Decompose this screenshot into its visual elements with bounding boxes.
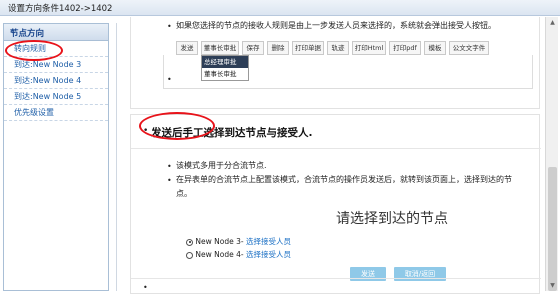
window-title: 设置方向条件1402->1402 <box>8 4 113 14</box>
sidebar: 节点方向 « 转向规则 到达:New Node 3 到达:New Node 4 … <box>3 23 109 291</box>
sidebar-header: 节点方向 « <box>4 24 108 41</box>
node3-label: New Node 3- <box>195 237 244 246</box>
scroll-down-icon[interactable]: ▼ <box>546 280 559 291</box>
window-titlebar: 设置方向条件1402->1402 <box>0 0 560 16</box>
sidebar-item-priority[interactable]: 优先级设置 <box>4 105 108 121</box>
section1-bullet: • <box>167 22 172 31</box>
bullet-1: • <box>167 162 172 171</box>
option-node4: New Node 4- 选择接受人员 <box>186 249 291 260</box>
toolbar-track-button[interactable]: 轨迹 <box>327 41 349 55</box>
scroll-up-icon[interactable]: ▲ <box>546 17 559 28</box>
dialog-title: 请选择到达的节点 <box>336 211 448 227</box>
toolbar-doc-button[interactable]: 公文文字件 <box>449 41 489 55</box>
vertical-scrollbar[interactable]: ▲ ▼ <box>545 17 558 291</box>
node4-label: New Node 4- <box>195 250 244 259</box>
section-manual-select: • 发送后手工选择到达节点与接受人. • 该模式多用于分合流节点. • 在异表单… <box>130 114 541 294</box>
section2-bullet-end: • <box>143 283 148 292</box>
node4-select-link[interactable]: 选择接受人员 <box>246 250 291 259</box>
section2-divider <box>131 148 541 149</box>
dropdown-option-gm[interactable]: 总经理审批 <box>202 56 248 68</box>
highlight-ellipse <box>5 40 63 61</box>
toolbar-save-button[interactable]: 保存 <box>242 41 264 55</box>
dropdown-option-chairman[interactable]: 董事长审批 <box>202 68 248 80</box>
sidebar-item-node5[interactable]: 到达:New Node 5 <box>4 89 108 105</box>
node3-select-link[interactable]: 选择接受人员 <box>246 237 291 246</box>
toolbar-chairman-button[interactable]: 董事长审批 <box>201 41 239 55</box>
section-popup-receiver: • 如果您选择的节点的接收人规则是由上一步发送人员来选择的，系统就会弹出接受人按… <box>130 17 540 109</box>
bullet-text-2: 在异表单的合流节点上配置该模式，合流节点的操作员发送后，就转到该页面上，选择到达… <box>176 175 512 198</box>
toolbar-delete-button[interactable]: 删除 <box>267 41 289 55</box>
bullet-2: • <box>167 176 172 185</box>
main-content: • 如果您选择的节点的接收人规则是由上一步发送人员来选择的，系统就会弹出接受人按… <box>130 17 541 294</box>
bottom-divider <box>131 278 541 279</box>
section1-bullet-2: • <box>167 75 172 84</box>
approver-dropdown[interactable]: 总经理审批 董事长审批 <box>201 55 249 81</box>
scroll-thumb[interactable] <box>548 167 557 291</box>
toolbar-print-pdf-button[interactable]: 打印pdf <box>389 41 421 55</box>
bullet-text-1: 该模式多用于分合流节点. <box>176 161 267 170</box>
highlight-ellipse-title <box>139 112 215 140</box>
collapse-icon[interactable]: « <box>10 27 103 37</box>
sidebar-item-node4[interactable]: 到达:New Node 4 <box>4 73 108 89</box>
node4-radio[interactable] <box>186 251 193 259</box>
divider <box>116 23 117 291</box>
toolbar-print-button[interactable]: 打印单据 <box>292 41 324 55</box>
node3-radio[interactable] <box>186 238 193 246</box>
toolbar-template-button[interactable]: 模板 <box>424 41 446 55</box>
toolbar-send-button[interactable]: 发送 <box>176 41 198 55</box>
option-node3: New Node 3- 选择接受人员 <box>186 236 291 247</box>
section1-text: 如果您选择的节点的接收人规则是由上一步发送人员来选择的，系统就会弹出接受人按钮。 <box>176 21 496 30</box>
toolbar-print-html-button[interactable]: 打印Html <box>352 41 386 55</box>
